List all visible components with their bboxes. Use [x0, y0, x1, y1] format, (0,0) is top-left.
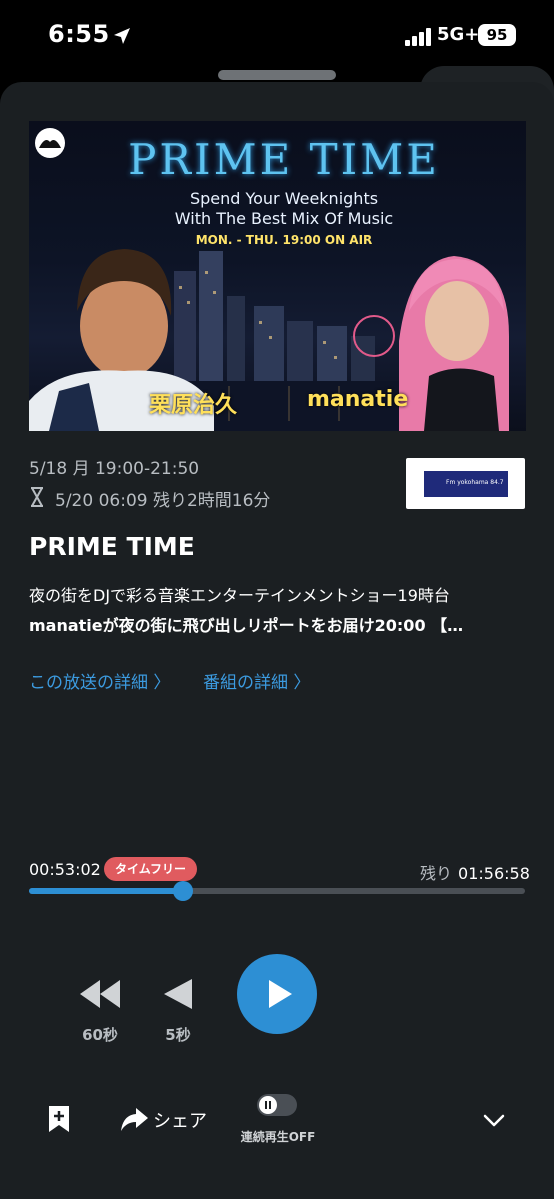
program-title: PRIME TIME — [29, 532, 195, 561]
share-icon[interactable] — [120, 1106, 150, 1134]
progress-fill — [29, 888, 183, 894]
expiry-info: 5/20 06:09 残り2時間16分 — [55, 491, 271, 511]
host-name-right: manatie — [307, 387, 409, 412]
broadcast-detail-link[interactable]: この放送の詳細 〉 — [29, 668, 170, 693]
remaining-label: 残り — [420, 864, 453, 883]
program-description-line-2: manatieが夜の街に飛び出しリポートをお届け20:00 【… — [29, 616, 464, 635]
program-description-line-1: 夜の街をDJで彩る音楽エンターテインメントショー19時台 — [29, 586, 450, 605]
station-logo-icon — [35, 128, 65, 158]
continuous-play-toggle[interactable] — [257, 1094, 297, 1116]
battery-indicator: 95 — [478, 24, 516, 46]
banner-title: PRIME TIME — [128, 135, 440, 184]
rewind-5-label: 5秒 — [165, 1026, 191, 1044]
continuous-play-label: 連続再生OFF — [240, 1130, 316, 1144]
program-detail-link[interactable]: 番組の詳細 〉 — [203, 668, 310, 693]
sheet-grabber[interactable] — [218, 70, 336, 80]
elapsed-time: 00:53:02 — [29, 860, 101, 879]
progress-track[interactable] — [29, 888, 525, 894]
host-name-left: 栗原治久 — [149, 393, 238, 418]
timefree-badge: タイムフリー — [104, 857, 197, 881]
status-bar: 6:55 5G+ 95 — [0, 0, 554, 70]
chevron-down-icon[interactable] — [482, 1108, 506, 1132]
remaining-value: 01:56:58 — [458, 864, 530, 883]
banner-subtitle-2: With The Best Mix Of Music — [174, 209, 394, 228]
rewind-5-icon[interactable] — [160, 976, 196, 1012]
play-button[interactable] — [237, 954, 317, 1034]
rewind-60-icon[interactable] — [76, 976, 124, 1012]
station-logo-text: Fm yokohama 84.7 — [446, 479, 504, 486]
share-button[interactable]: シェア — [153, 1107, 207, 1133]
hourglass-icon — [31, 487, 43, 507]
broadcast-date: 5/18 月 19:00-21:50 — [29, 459, 200, 479]
location-arrow-icon — [114, 28, 130, 44]
banner-subtitle-1: Spend Your Weeknights — [189, 189, 379, 208]
bookmark-add-icon[interactable] — [48, 1105, 70, 1133]
rewind-60-label: 60秒 — [82, 1026, 118, 1044]
progress-knob[interactable] — [172, 881, 193, 901]
program-banner: PRIME TIME Spend Your Weeknights With Th… — [29, 121, 526, 431]
signal-icon — [405, 28, 433, 46]
banner-on-air: MON. - THU. 19:00 ON AIR — [195, 233, 373, 247]
toggle-knob — [259, 1096, 277, 1114]
play-icon — [269, 980, 292, 1008]
pause-icon — [265, 1101, 271, 1109]
network-type: 5G+ — [437, 24, 480, 45]
status-time: 6:55 — [48, 20, 110, 48]
station-logo[interactable]: Fm yokohama 84.7 — [406, 458, 525, 509]
remaining-time: 残り 01:56:58 — [420, 860, 530, 884]
